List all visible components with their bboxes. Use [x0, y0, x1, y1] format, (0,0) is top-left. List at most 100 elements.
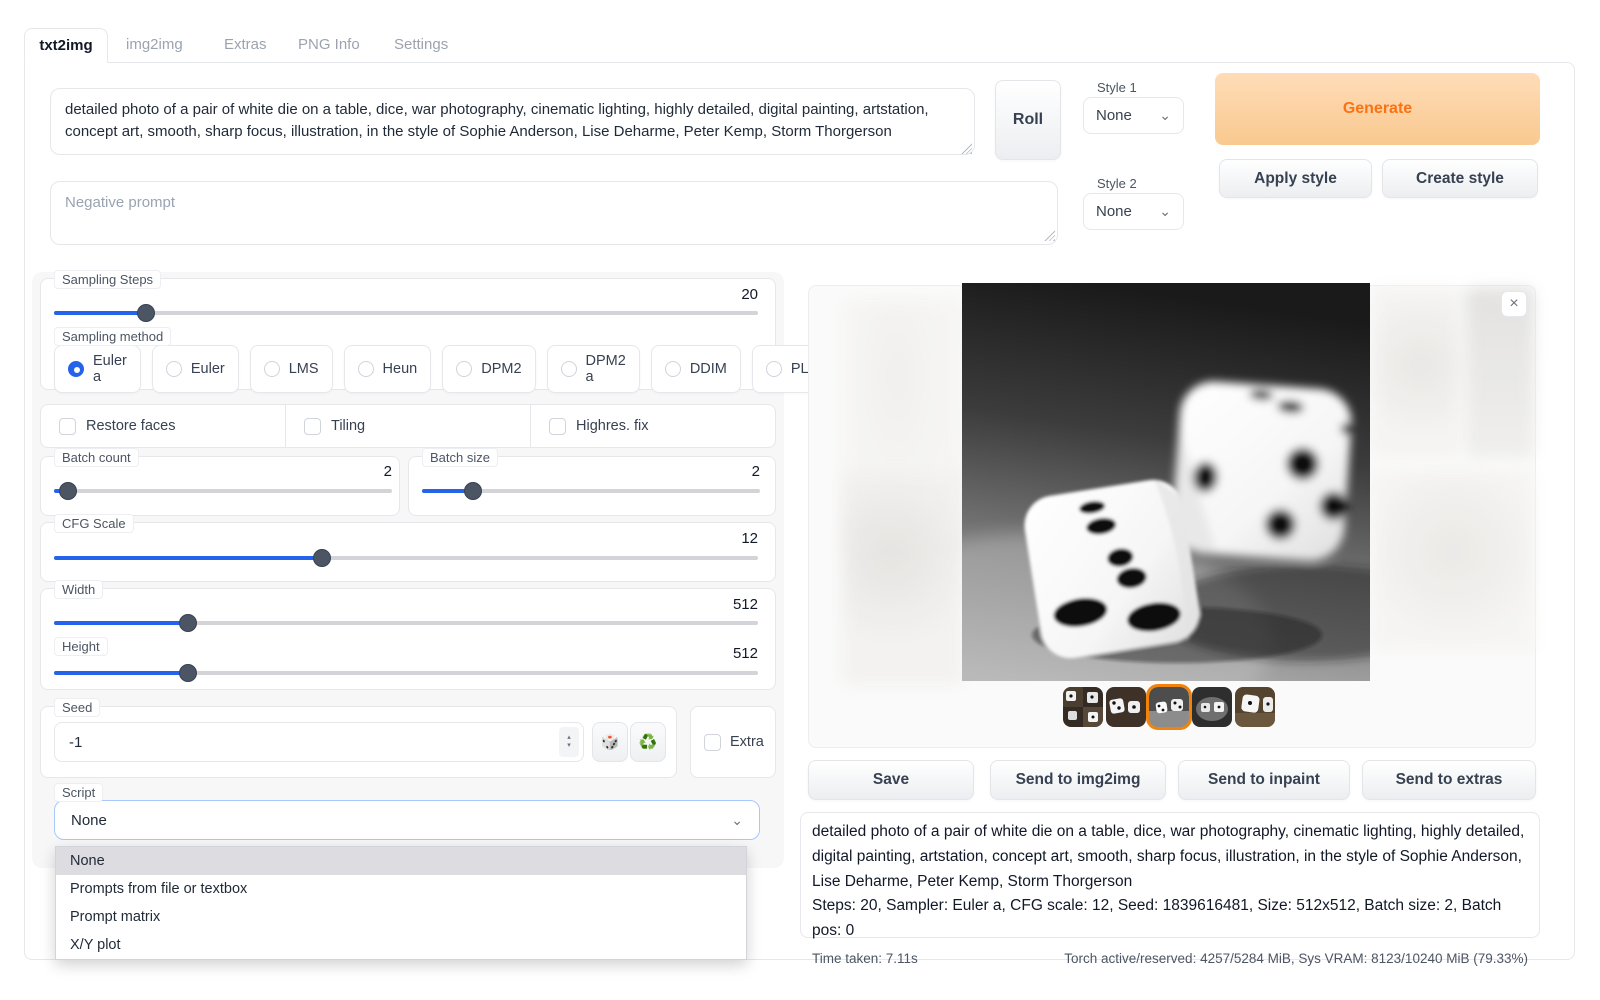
radio-heun[interactable]: Heun: [344, 345, 432, 393]
thumbnail-dice-image: [1235, 687, 1275, 727]
width-slider-knob[interactable]: [179, 614, 197, 632]
info-params: Steps: 20, Sampler: Euler a, CFG scale: …: [812, 894, 1528, 944]
script-option-none[interactable]: None: [56, 847, 746, 875]
send-to-inpaint-button[interactable]: Send to inpaint: [1178, 760, 1350, 800]
radio-icon[interactable]: [264, 361, 280, 377]
create-style-button[interactable]: Create style: [1382, 159, 1538, 198]
thumbnail-dice-image: [1106, 687, 1146, 727]
chevron-down-icon: ⌄: [731, 812, 743, 829]
reuse-seed-button[interactable]: ♻️: [630, 722, 666, 762]
sampling-steps-value: 20: [54, 286, 758, 303]
save-button[interactable]: Save: [808, 760, 974, 800]
send-to-img2img-button[interactable]: Send to img2img: [990, 760, 1166, 800]
info-footer: Time taken: 7.11s Torch active/reserved:…: [812, 951, 1528, 966]
radio-selected-icon[interactable]: [68, 361, 84, 377]
generated-image-dice[interactable]: [962, 283, 1370, 681]
tab-png-info[interactable]: PNG Info: [298, 36, 360, 53]
gallery-thumbnail-2[interactable]: [1106, 687, 1146, 727]
radio-dpm2[interactable]: DPM2: [442, 345, 535, 393]
recycle-icon: ♻️: [639, 733, 658, 751]
tab-extras[interactable]: Extras: [224, 36, 267, 53]
script-option-prompt-matrix[interactable]: Prompt matrix: [56, 903, 746, 931]
thumbnail-dice-image: [1063, 687, 1103, 727]
height-label: Height: [54, 637, 108, 656]
seed-input[interactable]: [54, 722, 584, 762]
negative-prompt-input[interactable]: [50, 181, 1058, 245]
prompt-input[interactable]: detailed photo of a pair of white die on…: [50, 88, 975, 155]
script-dropdown-menu: None Prompts from file or textbox Prompt…: [55, 846, 747, 960]
roll-button[interactable]: Roll: [995, 80, 1061, 160]
radio-icon[interactable]: [456, 361, 472, 377]
generate-button[interactable]: Generate: [1215, 73, 1540, 145]
thumbnail-strip: [1063, 687, 1275, 727]
radio-dpm2-a[interactable]: DPM2 a: [547, 345, 640, 393]
radio-icon[interactable]: [665, 361, 681, 377]
slider-track[interactable]: [54, 311, 758, 315]
extra-seed-box: Extra: [690, 706, 776, 778]
script-option-xy-plot[interactable]: X/Y plot: [56, 931, 746, 959]
close-gallery-button[interactable]: ×: [1501, 291, 1527, 317]
radio-lms[interactable]: LMS: [250, 345, 333, 393]
style2-select[interactable]: None ⌄: [1083, 193, 1184, 230]
restore-faces-checkbox[interactable]: [59, 418, 76, 435]
slider-track[interactable]: [54, 489, 392, 493]
style1-value: None: [1096, 107, 1132, 124]
radio-euler-a[interactable]: Euler a: [54, 345, 141, 393]
restore-faces-cell: Restore faces: [41, 405, 285, 447]
style1-select[interactable]: None ⌄: [1083, 97, 1184, 134]
tiling-label: Tiling: [331, 418, 365, 434]
radio-euler[interactable]: Euler: [152, 345, 239, 393]
spinner-up-icon[interactable]: ▴: [567, 734, 571, 742]
seed-stepper[interactable]: ▴ ▾: [559, 727, 579, 757]
radio-ddim[interactable]: DDIM: [651, 345, 741, 393]
gallery-ghost-image: [1372, 288, 1462, 458]
radio-icon[interactable]: [766, 361, 782, 377]
tab-txt2img[interactable]: txt2img: [24, 28, 108, 63]
sampling-steps-slider[interactable]: [54, 304, 758, 322]
close-icon: ×: [1509, 295, 1518, 313]
batch-count-label: Batch count: [54, 448, 139, 467]
gallery-thumbnail-1[interactable]: [1063, 687, 1103, 727]
highres-fix-checkbox[interactable]: [549, 418, 566, 435]
batch-size-slider[interactable]: [422, 482, 760, 500]
batch-size-slider-knob[interactable]: [464, 482, 482, 500]
cfg-scale-label: CFG Scale: [54, 514, 134, 533]
sampling-steps-slider-knob[interactable]: [137, 304, 155, 322]
script-option-prompts-from-file[interactable]: Prompts from file or textbox: [56, 875, 746, 903]
script-select[interactable]: None ⌄: [54, 800, 760, 840]
height-slider-knob[interactable]: [179, 664, 197, 682]
radio-icon[interactable]: [358, 361, 374, 377]
gallery-thumbnail-3-selected[interactable]: [1149, 687, 1189, 727]
script-label: Script: [54, 783, 103, 802]
slider-track[interactable]: [54, 671, 758, 675]
sampling-steps-label: Sampling Steps: [54, 270, 161, 289]
slider-track[interactable]: [54, 621, 758, 625]
thumbnail-dice-image: [1149, 687, 1189, 727]
batch-count-slider-knob[interactable]: [59, 482, 77, 500]
random-seed-button[interactable]: 🎲: [592, 722, 628, 762]
tab-img2img[interactable]: img2img: [126, 36, 183, 53]
info-prompt-echo: detailed photo of a pair of white die on…: [812, 823, 1524, 890]
apply-style-button[interactable]: Apply style: [1219, 159, 1372, 198]
radio-icon[interactable]: [166, 361, 182, 377]
cfg-scale-slider[interactable]: [54, 549, 758, 567]
tab-settings[interactable]: Settings: [394, 36, 448, 53]
width-slider[interactable]: [54, 614, 758, 632]
radio-icon[interactable]: [561, 361, 577, 377]
cfg-scale-slider-knob[interactable]: [313, 549, 331, 567]
tiling-checkbox[interactable]: [304, 418, 321, 435]
slider-track[interactable]: [54, 556, 758, 560]
spinner-down-icon[interactable]: ▾: [567, 742, 571, 750]
gallery-thumbnail-5[interactable]: [1235, 687, 1275, 727]
seed-field-wrap: ▴ ▾: [54, 722, 584, 762]
batch-count-slider[interactable]: [54, 482, 392, 500]
vram-stats: Torch active/reserved: 4257/5284 MiB, Sy…: [1064, 951, 1528, 966]
seed-label: Seed: [54, 698, 100, 717]
gallery-thumbnail-4[interactable]: [1192, 687, 1232, 727]
batch-size-label: Batch size: [422, 448, 498, 467]
height-slider[interactable]: [54, 664, 758, 682]
restore-faces-label: Restore faces: [86, 418, 175, 434]
send-to-extras-button[interactable]: Send to extras: [1362, 760, 1536, 800]
thumbnail-dice-image: [1192, 687, 1232, 727]
extra-seed-checkbox[interactable]: [704, 734, 721, 751]
